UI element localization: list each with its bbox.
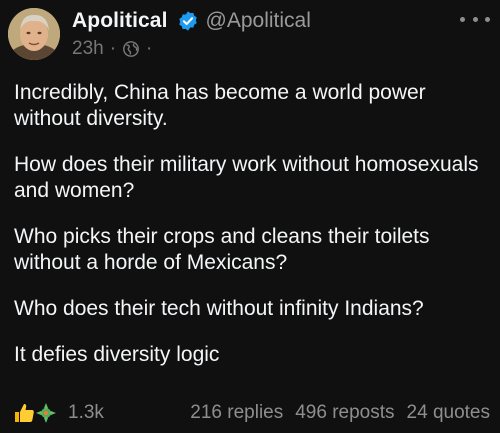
post-meta: 23h · ·	[72, 36, 500, 62]
more-dot	[472, 16, 478, 22]
post-header: Apolitical @Apolitical 23h · ·	[72, 6, 500, 62]
author-handle[interactable]: @Apolitical	[206, 9, 311, 33]
meta-separator-trailing: ·	[146, 38, 153, 59]
post-paragraph: It defies diversity logic	[14, 343, 220, 366]
avatar-portrait-image	[8, 8, 60, 60]
author-name[interactable]: Apolitical	[72, 9, 168, 33]
globe-icon	[122, 40, 140, 58]
post-timestamp[interactable]: 23h	[72, 38, 104, 60]
more-options-icon[interactable]	[460, 12, 490, 26]
post-body: Incredibly, China has become a world pow…	[14, 80, 490, 388]
verified-badge-icon	[177, 10, 199, 32]
post-paragraph: How does their military work without hom…	[14, 153, 479, 202]
post-stats: 216 replies 496 reposts 24 quotes	[190, 402, 490, 424]
meta-separator: ·	[109, 38, 117, 59]
more-dot	[460, 16, 465, 22]
reaction-count: 1.3k	[68, 402, 104, 423]
post-card: Apolitical @Apolitical 23h · · Incredibl…	[0, 0, 500, 433]
reactions-button[interactable]: 1.3k	[12, 401, 104, 425]
author-avatar[interactable]	[8, 8, 60, 60]
reaction-icon	[34, 401, 58, 425]
post-footer: 1.3k 216 replies 496 reposts 24 quotes	[12, 398, 490, 428]
post-paragraph: Who picks their crops and cleans their t…	[14, 225, 430, 274]
post-paragraph: Incredibly, China has become a world pow…	[14, 81, 426, 130]
author-row: Apolitical @Apolitical	[72, 6, 500, 36]
quotes-link[interactable]: 24 quotes	[407, 402, 490, 424]
replies-link[interactable]: 216 replies	[190, 402, 283, 424]
thumbs-up-icon	[12, 401, 36, 425]
reposts-link[interactable]: 496 reposts	[295, 402, 394, 424]
post-paragraph: Who does their tech without infinity Ind…	[14, 297, 424, 320]
more-dot	[485, 16, 490, 22]
